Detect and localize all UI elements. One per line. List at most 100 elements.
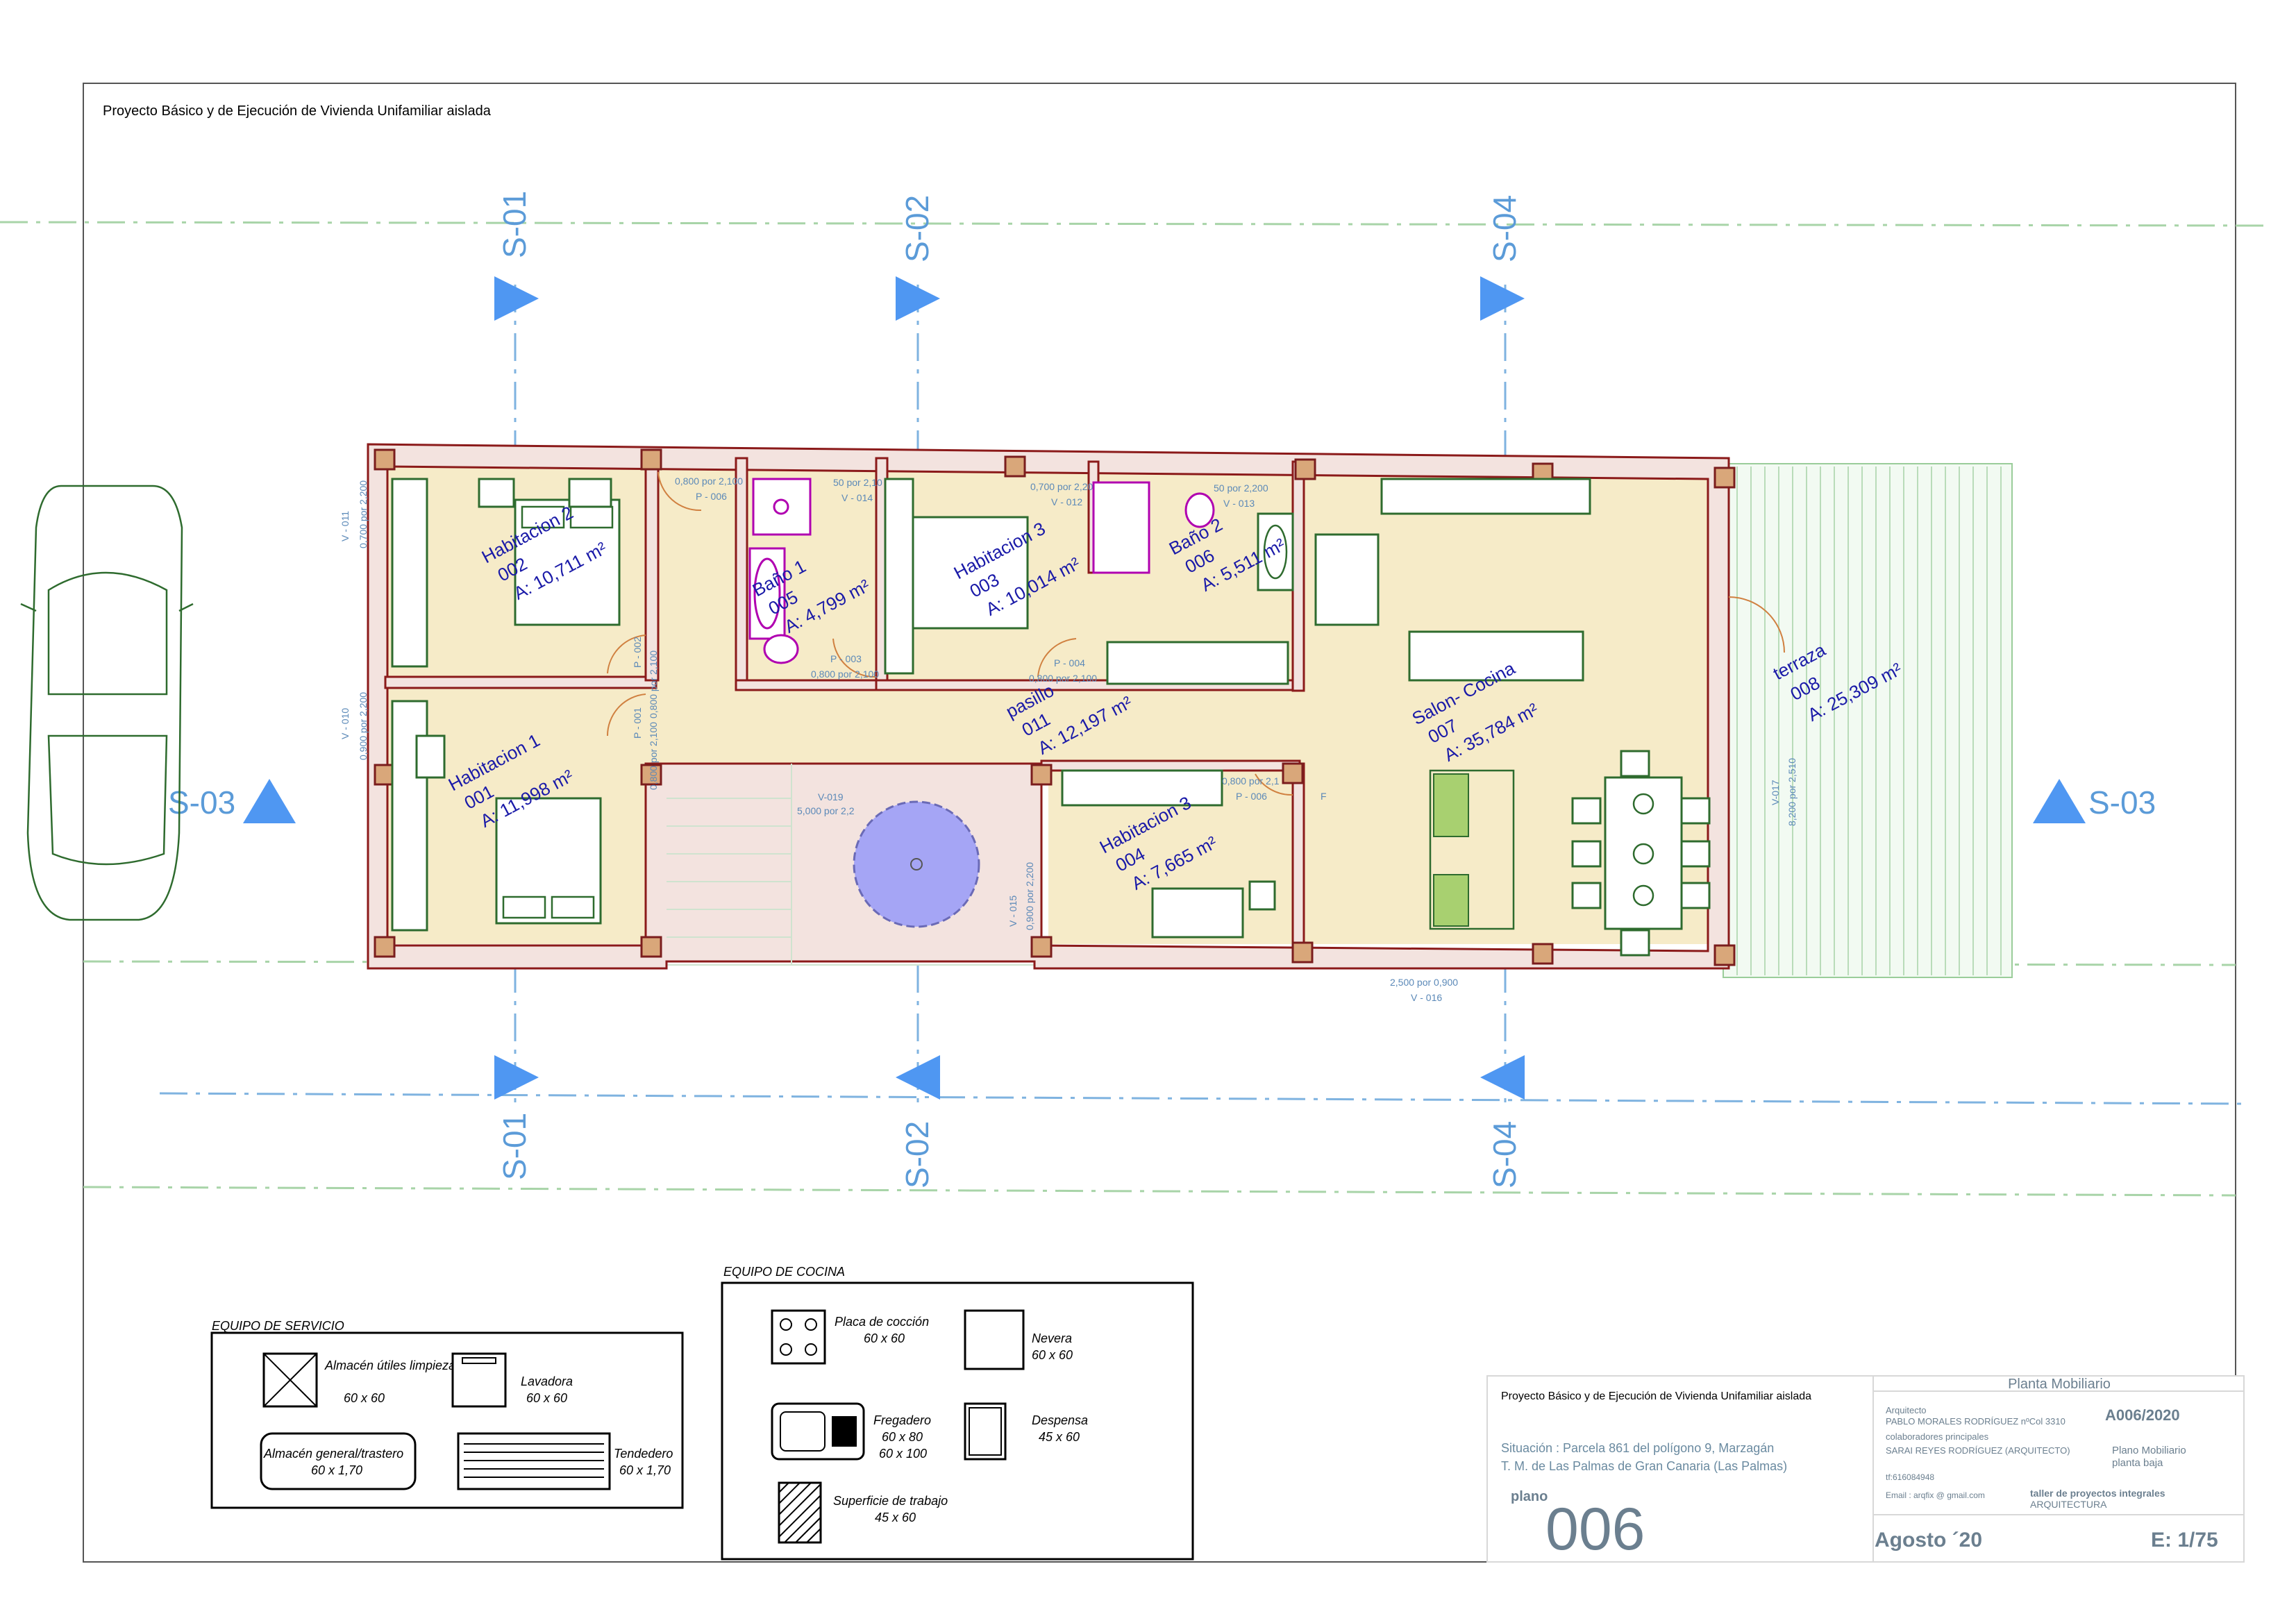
wardrobe-habitacion-3b — [1061, 769, 1223, 807]
svg-text:60 x 100: 60 x 100 — [879, 1447, 927, 1461]
section-marker-s02-bottom: S-02 — [896, 1055, 940, 1188]
drawing-reference: A006/2020 — [2105, 1406, 2180, 1424]
dining-table — [1604, 776, 1683, 930]
svg-text:V - 011: V - 011 — [340, 511, 351, 541]
desk-habitacion-3b — [1151, 887, 1244, 939]
svg-text:V - 012: V - 012 — [1051, 496, 1082, 507]
title-block-municipio: T. M. de Las Palmas de Gran Canaria (Las… — [1501, 1459, 1787, 1473]
svg-text:50 por 2,10: 50 por 2,10 — [833, 477, 882, 488]
svg-text:colaboradores principales: colaboradores principales — [1886, 1431, 1989, 1442]
svg-text:0,800 por 2,100: 0,800 por 2,100 — [811, 668, 879, 680]
title-block-header: Planta Mobiliario — [2008, 1377, 2111, 1392]
wardrobe-habitacion-3 — [884, 478, 914, 675]
svg-text:V - 015: V - 015 — [1007, 895, 1019, 927]
kitchen-counter — [1380, 478, 1591, 515]
svg-text:P - 006: P - 006 — [1236, 791, 1267, 802]
svg-text:Tendedero: Tendedero — [614, 1447, 673, 1461]
svg-text:V - 014: V - 014 — [841, 492, 873, 503]
svg-text:S-01: S-01 — [496, 191, 533, 258]
svg-text:0,800 por 2,100: 0,800 por 2,100 — [675, 476, 743, 487]
svg-text:0,800 por 2,100: 0,800 por 2,100 — [648, 650, 659, 718]
svg-text:S-01: S-01 — [496, 1113, 533, 1180]
svg-text:0,800 por 2,100: 0,800 por 2,100 — [1029, 673, 1097, 684]
svg-text:P - 003: P - 003 — [830, 653, 862, 664]
svg-text:50 por 2,200: 50 por 2,200 — [1214, 482, 1268, 494]
section-marker-s04-top: S-04 — [1480, 195, 1525, 321]
svg-text:60 x 60: 60 x 60 — [344, 1391, 385, 1405]
section-marker-s01-bottom: S-01 — [494, 1055, 539, 1180]
svg-text:0,800 por 2,1: 0,800 por 2,1 — [1222, 775, 1280, 787]
svg-text:45 x 60: 45 x 60 — [875, 1511, 916, 1524]
svg-text:V - 010: V - 010 — [340, 708, 351, 739]
wall-salon-left — [1291, 460, 1305, 692]
svg-text:0,800 por 2,100: 0,800 por 2,100 — [648, 722, 659, 790]
svg-text:60 x 60: 60 x 60 — [1032, 1348, 1073, 1362]
svg-text:0,900 por 2,200: 0,900 por 2,200 — [1024, 862, 1035, 930]
worktop-icon — [778, 1481, 822, 1544]
drawing-date: Agosto ´20 — [1875, 1529, 1982, 1551]
wall-bano1-left — [735, 457, 748, 689]
section-marker-s02-top: S-02 — [896, 195, 940, 321]
svg-text:P - 006: P - 006 — [696, 491, 727, 502]
wall-hab2-right — [644, 457, 660, 682]
cooktop-icon — [771, 1309, 826, 1365]
title-block-situacion: Situación : Parcela 861 del polígono 9, … — [1501, 1441, 1774, 1455]
svg-text:taller de proyectos integrales: taller de proyectos integrales — [2030, 1488, 2165, 1499]
cleaning-storage-icon — [262, 1352, 318, 1408]
svg-text:P - 001: P - 001 — [632, 707, 643, 739]
nightstand-habitacion-2 — [478, 478, 515, 508]
svg-text:P - 002: P - 002 — [632, 637, 643, 668]
svg-text:Email : arqfix @ gmail.com: Email : arqfix @ gmail.com — [1886, 1490, 1985, 1500]
title-block: Planta Mobiliario Proyecto Básico y de E… — [1486, 1375, 2245, 1563]
title-block-project: Proyecto Básico y de Ejecución de Vivien… — [1501, 1390, 1811, 1402]
chair-habitacion-3b — [1248, 880, 1276, 911]
drawing-scale: E: 1/75 — [2151, 1529, 2218, 1551]
svg-text:S-04: S-04 — [1486, 195, 1523, 262]
section-marker-s03-right: S-03 — [2033, 779, 2156, 823]
svg-text:planta baja: planta baja — [2112, 1457, 2163, 1469]
svg-text:0,700 por 2,200: 0,700 por 2,200 — [358, 480, 369, 548]
svg-text:Lavadora: Lavadora — [521, 1374, 573, 1388]
clothesline-icon — [457, 1432, 611, 1490]
shower-bano-2 — [1092, 481, 1150, 574]
svg-text:Almacén útiles limpieza: Almacén útiles limpieza — [324, 1359, 455, 1372]
svg-text:Nevera: Nevera — [1032, 1331, 1072, 1345]
plano-label: plano — [1511, 1489, 1548, 1504]
svg-text:2,500 por 0,900: 2,500 por 0,900 — [1390, 977, 1458, 988]
plano-number: 006 — [1545, 1496, 1645, 1563]
terrace-deck — [1723, 463, 2013, 978]
wall-bano1-bottom — [735, 679, 889, 691]
svg-text:0,900 por 2,200: 0,900 por 2,200 — [358, 692, 369, 760]
svg-text:60 x 60: 60 x 60 — [864, 1331, 905, 1345]
svg-text:45 x 60: 45 x 60 — [1039, 1430, 1080, 1444]
pantry-icon — [964, 1402, 1007, 1461]
wardrobe-habitacion-2 — [391, 478, 428, 668]
svg-text:5,000 por 2,2: 5,000 por 2,2 — [797, 805, 855, 816]
svg-text:Despensa: Despensa — [1032, 1413, 1088, 1427]
floor-plan-sheet: Proyecto Básico y de Ejecución de Vivien… — [0, 83, 2264, 1563]
svg-text:V - 013: V - 013 — [1223, 498, 1255, 509]
svg-text:S-03: S-03 — [2088, 784, 2156, 821]
desk-habitacion-1 — [415, 734, 446, 779]
axis-line-bottom — [83, 1186, 2236, 1197]
svg-text:Almacén general/trastero: Almacén general/trastero — [263, 1447, 403, 1461]
svg-text:V-017: V-017 — [1770, 780, 1781, 805]
patio-tree-icon — [853, 800, 980, 928]
fridge-icon — [964, 1309, 1025, 1370]
svg-text:8,200 por 2,510: 8,200 por 2,510 — [1786, 758, 1798, 826]
svg-text:F: F — [1321, 791, 1327, 802]
section-marker-s04-bottom: S-04 — [1480, 1055, 1525, 1188]
project-title-top: Proyecto Básico y de Ejecución de Vivien… — [103, 103, 492, 119]
legend-kitchen: EQUIPO DE COCINA Placa de cocción 60 x 6… — [721, 1265, 1194, 1561]
armchair-salon — [1314, 533, 1380, 626]
sink-icon — [771, 1402, 865, 1461]
svg-text:tf:616084948: tf:616084948 — [1886, 1472, 1934, 1482]
svg-text:S-02: S-02 — [899, 195, 935, 262]
general-storage-icon — [260, 1432, 417, 1490]
svg-text:V - 016: V - 016 — [1411, 992, 1442, 1003]
svg-text:S-03: S-03 — [168, 784, 235, 821]
svg-text:Fregadero: Fregadero — [873, 1413, 931, 1427]
section-marker-s01-top: S-01 — [494, 191, 539, 321]
svg-text:S-02: S-02 — [899, 1121, 935, 1188]
svg-text:60 x 60: 60 x 60 — [526, 1391, 567, 1405]
